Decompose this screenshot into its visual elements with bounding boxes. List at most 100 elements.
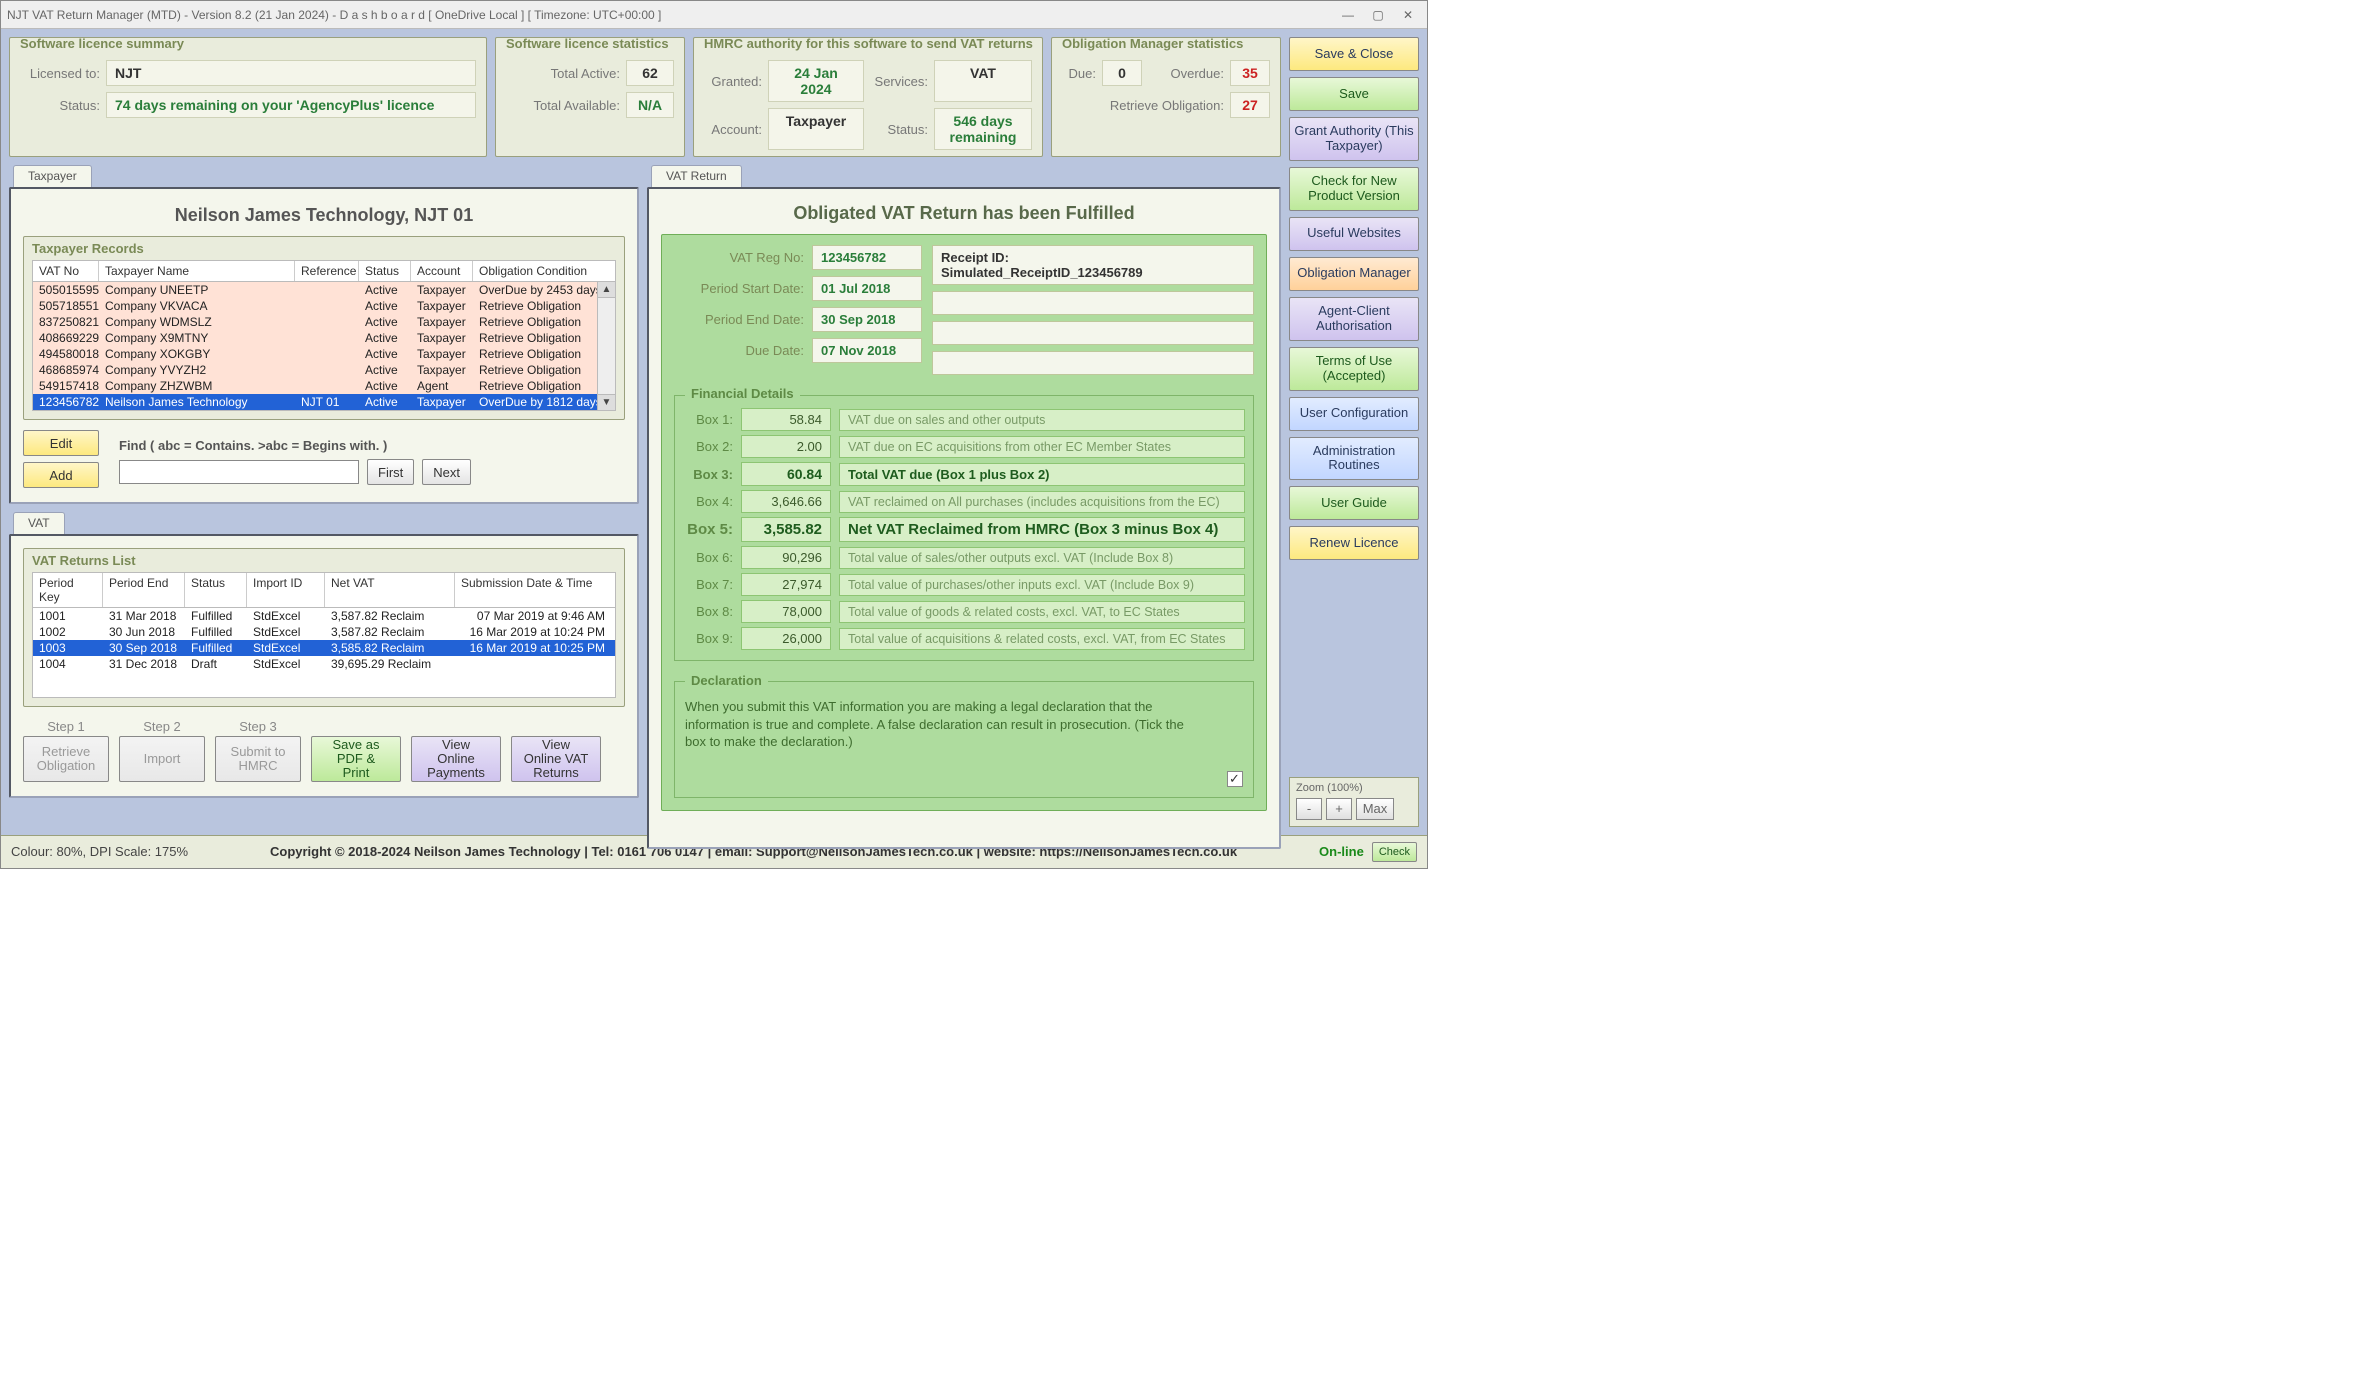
overdue-label: Overdue: — [1148, 60, 1224, 86]
side-buttons: Save & Close Save Grant Authority (This … — [1289, 37, 1419, 827]
scroll-down-icon[interactable]: ▼ — [598, 394, 615, 410]
taxpayer-grid-body[interactable]: ▲ ▼ 505015595Company UNEETPActiveTaxpaye… — [32, 282, 616, 411]
vat-return-panel: Obligated VAT Return has been Fulfilled … — [647, 187, 1281, 849]
step-row: Step 1 Retrieve Obligation Step 2 Import… — [23, 719, 625, 782]
spare-box-2 — [932, 321, 1254, 345]
terms-button[interactable]: Terms of Use (Accepted) — [1289, 347, 1419, 391]
licensed-to-value: NJT — [106, 60, 476, 86]
maximize-button[interactable]: ▢ — [1365, 5, 1391, 25]
obligation-stats-card: Obligation Manager statistics Due: 0 Ove… — [1051, 37, 1281, 157]
total-available-value: N/A — [626, 92, 674, 118]
auth-status-label: Status: — [870, 108, 928, 150]
col-status[interactable]: Status — [359, 261, 411, 281]
vat-returns-field: VAT Returns List Period Key Period End S… — [23, 548, 625, 707]
table-row[interactable]: 837250821Company WDMSLZActiveTaxpayerRet… — [33, 314, 597, 330]
save-close-button[interactable]: Save & Close — [1289, 37, 1419, 71]
zoom-in-button[interactable]: + — [1326, 798, 1352, 820]
online-status: On-line — [1319, 844, 1364, 859]
first-button[interactable]: First — [367, 459, 414, 485]
check-version-button[interactable]: Check for New Product Version — [1289, 167, 1419, 211]
user-guide-button[interactable]: User Guide — [1289, 486, 1419, 520]
granted-label: Granted: — [704, 60, 762, 102]
zoom-max-button[interactable]: Max — [1356, 798, 1394, 820]
licence-summary-title: Software licence summary — [20, 36, 184, 51]
import-button[interactable]: Import — [119, 736, 205, 782]
total-active-label: Total Active: — [506, 60, 620, 86]
taxpayer-heading: Neilson James Technology, NJT 01 — [23, 205, 625, 226]
zoom-out-button[interactable]: - — [1296, 798, 1322, 820]
start-label: Period Start Date: — [674, 276, 804, 301]
col-submission[interactable]: Submission Date & Time — [455, 573, 615, 607]
return-heading: Obligated VAT Return has been Fulfilled — [661, 203, 1267, 224]
zoom-title: Zoom (100%) — [1296, 782, 1412, 794]
table-row[interactable]: 505015595Company UNEETPActiveTaxpayerOve… — [33, 282, 597, 298]
col-status[interactable]: Status — [185, 573, 247, 607]
table-row[interactable]: 408669229Company X9MTNYActiveTaxpayerRet… — [33, 330, 597, 346]
grant-authority-button[interactable]: Grant Authority (This Taxpayer) — [1289, 117, 1419, 161]
retrieve-label: Retrieve Obligation: — [1062, 92, 1224, 118]
fin-row: Box 4:3,646.66VAT reclaimed on All purch… — [683, 490, 1245, 513]
find-input[interactable] — [119, 460, 359, 484]
receipt-value: Simulated_ReceiptID_123456789 — [941, 265, 1143, 280]
scrollbar[interactable]: ▲ ▼ — [597, 282, 615, 410]
col-name[interactable]: Taxpayer Name — [99, 261, 295, 281]
view-payments-button[interactable]: View Online Payments — [411, 736, 501, 782]
useful-websites-button[interactable]: Useful Websites — [1289, 217, 1419, 251]
app-window: NJT VAT Return Manager (MTD) - Version 8… — [0, 0, 1428, 869]
vat-grid-header: Period Key Period End Status Import ID N… — [32, 572, 616, 608]
table-row[interactable]: 100131 Mar 2018FulfilledStdExcel3,587.82… — [33, 608, 615, 624]
renew-licence-button[interactable]: Renew Licence — [1289, 526, 1419, 560]
declaration-checkbox[interactable] — [1227, 771, 1243, 787]
spare-box-3 — [932, 351, 1254, 375]
table-row[interactable]: 100431 Dec 2018DraftStdExcel39,695.29 Re… — [33, 656, 615, 672]
table-row[interactable]: 494580018Company XOKGBYActiveTaxpayerRet… — [33, 346, 597, 362]
end-value: 30 Sep 2018 — [812, 307, 922, 332]
admin-button[interactable]: Administration Routines — [1289, 437, 1419, 481]
start-value: 01 Jul 2018 — [812, 276, 922, 301]
save-button[interactable]: Save — [1289, 77, 1419, 111]
close-button[interactable]: ✕ — [1395, 5, 1421, 25]
retrieve-obligation-button[interactable]: Retrieve Obligation — [23, 736, 109, 782]
add-button[interactable]: Add — [23, 462, 99, 488]
table-row[interactable]: 100330 Sep 2018FulfilledStdExcel3,585.82… — [33, 640, 615, 656]
vat-list-panel: VAT Returns List Period Key Period End S… — [9, 534, 639, 798]
minimize-button[interactable]: — — [1335, 5, 1361, 25]
col-net-vat[interactable]: Net VAT — [325, 573, 455, 607]
declaration-text: When you submit this VAT information you… — [685, 698, 1198, 751]
step3-label: Step 3 — [239, 719, 277, 734]
services-value: VAT — [934, 60, 1032, 102]
agent-auth-button[interactable]: Agent-Client Authorisation — [1289, 297, 1419, 341]
col-period-end[interactable]: Period End — [103, 573, 185, 607]
granted-value: 24 Jan 2024 — [768, 60, 864, 102]
col-obligation[interactable]: Obligation Condition — [473, 261, 615, 281]
step2-label: Step 2 — [143, 719, 181, 734]
account-label: Account: — [704, 108, 762, 150]
vat-grid-body[interactable]: 100131 Mar 2018FulfilledStdExcel3,587.82… — [32, 608, 616, 698]
next-button[interactable]: Next — [422, 459, 471, 485]
spare-box-1 — [932, 291, 1254, 315]
edit-button[interactable]: Edit — [23, 430, 99, 456]
tab-taxpayer[interactable]: Taxpayer — [13, 165, 92, 187]
table-row[interactable]: 505718551Company VKVACAActiveTaxpayerRet… — [33, 298, 597, 314]
table-row[interactable]: 549157418Company ZHZWBMActiveAgentRetrie… — [33, 378, 597, 394]
obligation-manager-button[interactable]: Obligation Manager — [1289, 257, 1419, 291]
licence-status-value: 74 days remaining on your 'AgencyPlus' l… — [106, 92, 476, 118]
table-row[interactable]: 468685974Company YVYZH2ActiveTaxpayerRet… — [33, 362, 597, 378]
col-vatno[interactable]: VAT No — [33, 261, 99, 281]
submit-hmrc-button[interactable]: Submit to HMRC — [215, 736, 301, 782]
check-button[interactable]: Check — [1372, 842, 1417, 862]
user-config-button[interactable]: User Configuration — [1289, 397, 1419, 431]
view-returns-button[interactable]: View Online VAT Returns — [511, 736, 601, 782]
scroll-up-icon[interactable]: ▲ — [598, 282, 615, 298]
col-account[interactable]: Account — [411, 261, 473, 281]
table-row[interactable]: 123456782Neilson James TechnologyNJT 01A… — [33, 394, 597, 410]
reg-label: VAT Reg No: — [674, 245, 804, 270]
hmrc-auth-title: HMRC authority for this software to send… — [704, 36, 1033, 51]
save-pdf-button[interactable]: Save as PDF & Print — [311, 736, 401, 782]
table-row[interactable]: 100230 Jun 2018FulfilledStdExcel3,587.82… — [33, 624, 615, 640]
tab-vat-return[interactable]: VAT Return — [651, 165, 742, 187]
tab-vat[interactable]: VAT — [13, 512, 65, 534]
col-period-key[interactable]: Period Key — [33, 573, 103, 607]
col-ref[interactable]: Reference — [295, 261, 359, 281]
col-import-id[interactable]: Import ID — [247, 573, 325, 607]
